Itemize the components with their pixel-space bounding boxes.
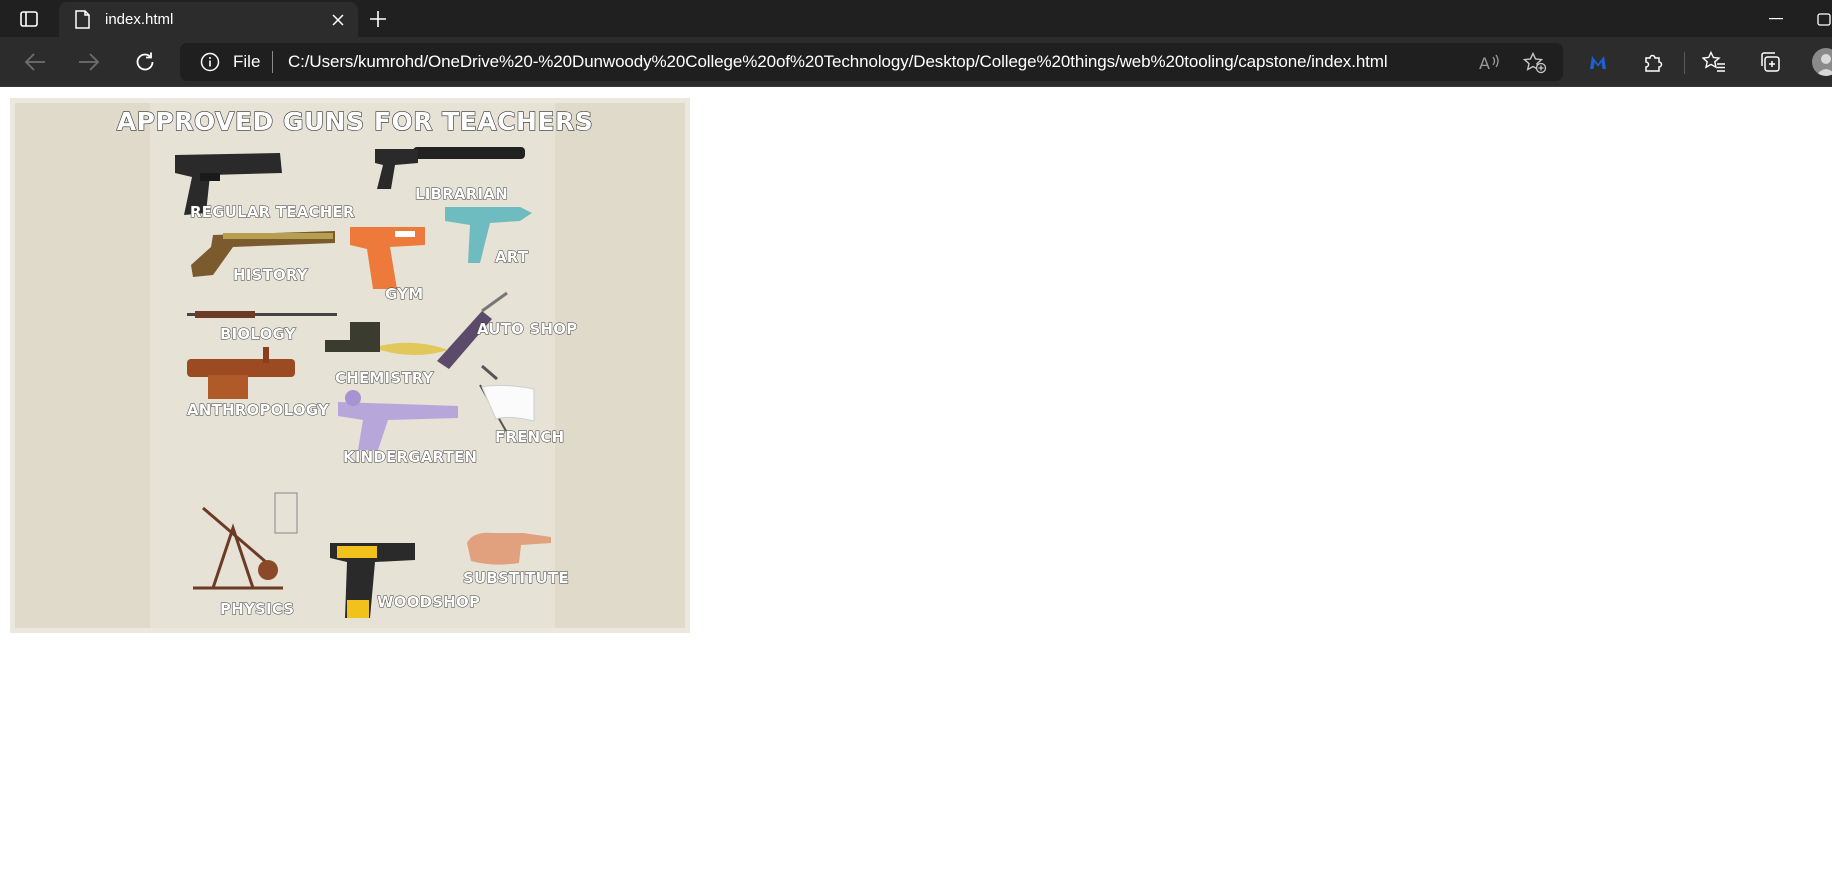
flamethrower-icon: [325, 322, 448, 355]
page-icon: [74, 10, 91, 29]
address-divider: [272, 51, 273, 73]
poster-title: APPROVED GUNS FOR TEACHERS: [116, 106, 594, 136]
address-url[interactable]: C:/Users/kumrohd/OneDrive%20-%20Dunwoody…: [288, 52, 1388, 72]
label-anthropology: ANTHROPOLOGY: [186, 401, 330, 420]
label-librarian: LIBRARIAN: [415, 185, 509, 204]
meme-image: APPROVED GUNS FOR TEACHERS REGULAR TEACH…: [10, 98, 690, 633]
info-icon[interactable]: [200, 52, 220, 72]
label-biology: BIOLOGY: [220, 325, 297, 344]
spear-gun-icon: [187, 311, 337, 318]
close-icon[interactable]: [329, 11, 347, 29]
label-art: ART: [494, 248, 529, 267]
address-scheme: File: [233, 52, 261, 71]
read-aloud-icon[interactable]: A: [1477, 51, 1501, 75]
finger-gun-icon: [467, 532, 551, 565]
page-content: APPROVED GUNS FOR TEACHERS REGULAR TEACH…: [0, 88, 1832, 883]
starter-pistol-icon: [350, 227, 425, 289]
label-regular-teacher: REGULAR TEACHER: [190, 203, 355, 222]
malwarebytes-icon[interactable]: [1583, 47, 1613, 77]
add-favorite-icon[interactable]: [1523, 51, 1547, 75]
label-woodshop: WOODSHOP: [376, 593, 481, 612]
toy-blaster-icon: [338, 390, 458, 450]
label-chemistry: CHEMISTRY: [335, 369, 435, 388]
active-tab[interactable]: index.html: [59, 2, 358, 37]
back-arrow-icon[interactable]: [20, 47, 50, 77]
forward-arrow-icon[interactable]: [74, 47, 104, 77]
collections-icon[interactable]: [1755, 47, 1785, 77]
crossbow-icon: [187, 347, 295, 399]
svg-text:A: A: [1479, 54, 1490, 73]
label-kindergarten: KINDERGARTEN: [342, 448, 478, 467]
tab-strip: index.html: [0, 0, 1832, 37]
tab-title: index.html: [105, 11, 174, 28]
label-gym: GYM: [384, 285, 424, 304]
label-auto-shop: AUTO SHOP: [476, 320, 578, 339]
toolbar: File C:/Users/kumrohd/OneDrive%20-%20Dun…: [0, 37, 1832, 87]
address-bar[interactable]: File C:/Users/kumrohd/OneDrive%20-%20Dun…: [180, 43, 1563, 81]
toolbar-divider: [1684, 52, 1685, 74]
plus-icon[interactable]: [366, 7, 390, 31]
label-physics: PHYSICS: [219, 600, 295, 619]
white-flag-icon: [479, 384, 535, 432]
tab-actions-icon[interactable]: [14, 8, 44, 30]
trebuchet-icon: [193, 492, 298, 590]
avatar[interactable]: [1812, 48, 1832, 76]
refresh-icon[interactable]: [130, 47, 160, 77]
restore-icon[interactable]: [1816, 8, 1832, 30]
puzzle-icon[interactable]: [1638, 47, 1668, 77]
label-history: HISTORY: [233, 266, 309, 285]
minimize-icon[interactable]: [1762, 8, 1790, 30]
favorites-icon[interactable]: [1699, 47, 1729, 77]
label-french: FRENCH: [494, 428, 565, 447]
label-substitute: SUBSTITUTE: [463, 569, 570, 588]
